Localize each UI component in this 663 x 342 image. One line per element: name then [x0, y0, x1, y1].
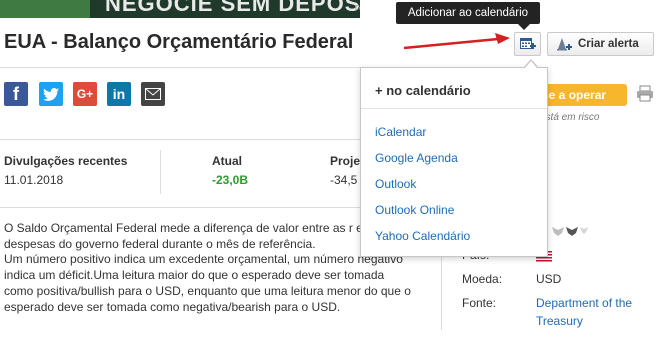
- create-alert-label: Criar alerta: [578, 38, 639, 50]
- calendar-menu-header: + no calendário: [375, 83, 471, 98]
- alert-add-icon: [556, 37, 572, 52]
- divider: [0, 67, 360, 68]
- menu-item-google-agenda[interactable]: Google Agenda: [375, 151, 458, 165]
- print-icon[interactable]: [636, 85, 654, 102]
- calendar-add-icon: [519, 38, 536, 49]
- share-linkedin-button[interactable]: in: [107, 82, 131, 106]
- source-link[interactable]: Department of the Treasury: [536, 294, 646, 330]
- description-paragraph: Um número positivo indica um excedente o…: [4, 252, 411, 314]
- recent-release-date: 11.01.2018: [4, 173, 64, 187]
- menu-item-outlook[interactable]: Outlook: [375, 177, 416, 191]
- create-alert-button[interactable]: Criar alerta: [547, 32, 654, 56]
- indicator-description: O Saldo Orçamental Federal mede a difere…: [4, 221, 414, 315]
- share-twitter-button[interactable]: [39, 82, 63, 106]
- bull-icon: [552, 227, 588, 236]
- currency-value: USD: [536, 272, 562, 286]
- twitter-icon: [43, 87, 59, 101]
- menu-divider: [361, 108, 547, 109]
- stats-divider: [160, 150, 161, 194]
- share-google-plus-button[interactable]: G+: [73, 82, 97, 106]
- currency-label: Moeda:: [462, 272, 503, 286]
- share-email-button[interactable]: [141, 82, 165, 106]
- source-label: Fonte:: [462, 296, 497, 310]
- facebook-icon: f: [13, 83, 19, 104]
- add-to-calendar-button[interactable]: [514, 32, 541, 56]
- recent-releases-label: Divulgações recentes: [4, 154, 128, 168]
- calendar-tooltip: Adicionar ao calendário: [396, 2, 540, 30]
- banner-text: NEGOCIE SEM DEPÓSITO: [105, 0, 360, 16]
- menu-item-icalendar[interactable]: iCalendar: [375, 125, 426, 139]
- share-facebook-button[interactable]: f: [4, 82, 28, 106]
- actual-label: Atual: [212, 154, 242, 168]
- annotation-arrow-icon: [403, 33, 510, 50]
- description-paragraph: O Saldo Orçamental Federal mede a difere…: [4, 221, 363, 251]
- email-icon: [145, 88, 161, 100]
- calendar-dropdown-menu: + no calendário iCalendar Google Agenda …: [360, 59, 548, 257]
- banner-small-text: rvic: [355, 2, 360, 12]
- projection-label: Proje: [330, 154, 361, 168]
- top-banner-ad[interactable]: NEGOCIE SEM DEPÓSITO rvic: [0, 0, 360, 18]
- actual-value: -23,0B: [212, 173, 249, 187]
- menu-item-outlook-online[interactable]: Outlook Online: [375, 203, 454, 217]
- projection-value: -34,5: [330, 173, 358, 187]
- google-plus-icon: G+: [76, 87, 94, 101]
- linkedin-icon: in: [112, 86, 126, 102]
- menu-item-yahoo-calendario[interactable]: Yahoo Calendário: [375, 229, 470, 243]
- page-title: EUA - Balanço Orçamentário Federal: [4, 31, 354, 53]
- banner-image: [0, 0, 90, 18]
